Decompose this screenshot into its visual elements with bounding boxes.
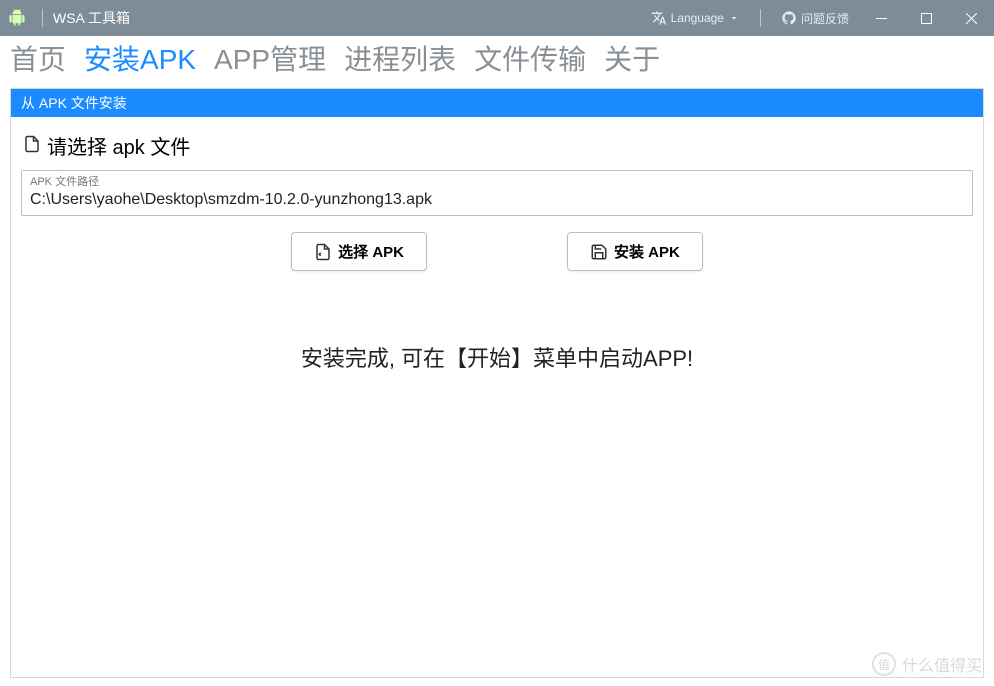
main-tabs: 首页 安装APK APP管理 进程列表 文件传输 关于 [0, 36, 994, 82]
titlebar-divider [42, 9, 43, 27]
install-apk-label: 安装 APK [614, 241, 680, 262]
translate-icon [651, 10, 667, 26]
panel-header: 从 APK 文件安装 [11, 89, 983, 117]
app-title: WSA 工具箱 [53, 8, 130, 28]
select-prompt-row: 请选择 apk 文件 [21, 131, 973, 160]
apk-path-input[interactable] [30, 191, 964, 209]
android-icon [8, 9, 26, 27]
maximize-button[interactable] [904, 0, 949, 36]
folder-open-icon [314, 243, 332, 261]
language-selector[interactable]: Language [641, 0, 750, 36]
status-message: 安装完成, 可在【开始】菜单中启动APP! [21, 341, 973, 373]
chevron-down-icon [728, 12, 740, 24]
install-panel: 从 APK 文件安装 请选择 apk 文件 APK 文件路径 选择 APK 安装… [10, 88, 984, 678]
button-row: 选择 APK 安装 APK [21, 232, 973, 271]
watermark-badge: 值 [872, 652, 896, 676]
close-button[interactable] [949, 0, 994, 36]
choose-apk-label: 选择 APK [338, 241, 404, 262]
watermark-text: 什么值得买 [902, 652, 982, 676]
tab-file-transfer[interactable]: 文件传输 [474, 42, 586, 78]
tab-about[interactable]: 关于 [604, 42, 660, 78]
feedback-label: 问题反馈 [801, 10, 849, 27]
tab-install-apk[interactable]: 安装APK [84, 42, 196, 78]
titlebar: WSA 工具箱 Language 问题反馈 [0, 0, 994, 36]
feedback-link[interactable]: 问题反馈 [771, 0, 859, 36]
panel-body: 请选择 apk 文件 APK 文件路径 选择 APK 安装 APK 安装完成, … [11, 117, 983, 391]
language-label: Language [671, 11, 724, 25]
choose-apk-button[interactable]: 选择 APK [291, 232, 427, 271]
file-icon [23, 135, 41, 157]
minimize-button[interactable] [859, 0, 904, 36]
select-prompt: 请选择 apk 文件 [47, 131, 190, 160]
tab-app-manage[interactable]: APP管理 [214, 42, 326, 78]
watermark: 值 什么值得买 [872, 652, 982, 676]
tab-home[interactable]: 首页 [10, 42, 66, 78]
apk-path-field[interactable]: APK 文件路径 [21, 170, 973, 216]
github-icon [781, 10, 797, 26]
titlebar-divider [760, 9, 761, 27]
install-apk-button[interactable]: 安装 APK [567, 232, 703, 271]
save-icon [590, 243, 608, 261]
field-label: APK 文件路径 [30, 173, 964, 189]
tab-process-list[interactable]: 进程列表 [344, 42, 456, 78]
